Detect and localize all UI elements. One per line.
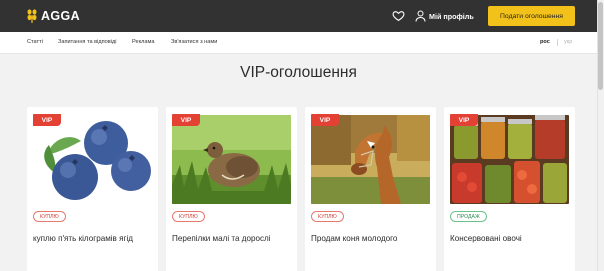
vip-badge: VIP — [33, 114, 61, 126]
nav-link-advertising[interactable]: Реклама — [132, 39, 154, 45]
preserved-vegetables-image[interactable] — [450, 115, 569, 204]
nav-link-articles[interactable]: Статті — [27, 39, 43, 45]
wheat-logo-icon — [27, 9, 37, 23]
listing-type-badge: ПРОДАЖ — [450, 211, 487, 222]
secondary-nav: Статті Запитання та відповіді Реклама Зв… — [0, 32, 597, 54]
listing-title[interactable]: Перепілки малі та дорослі — [172, 234, 294, 243]
logo[interactable]: AGGA — [26, 8, 80, 24]
vip-badge: VIP — [450, 114, 478, 126]
top-header: AGGA Мій профіль Подати оголошення — [0, 0, 597, 32]
listing-title[interactable]: куплю п'ять кілограмів ягід — [33, 234, 155, 243]
quail-image[interactable] — [172, 115, 291, 204]
listing-card[interactable]: VIP ПРОДАЖ Консервовані овочі — [444, 107, 575, 271]
listing-type-badge: КУПЛЮ — [33, 211, 66, 222]
listing-title[interactable]: Консервовані овочі — [450, 234, 572, 243]
heart-icon[interactable] — [392, 9, 405, 22]
nav-link-faq[interactable]: Запитання та відповіді — [58, 39, 117, 45]
profile-link[interactable]: Мій профіль — [415, 9, 474, 23]
vip-badge: VIP — [311, 114, 339, 126]
scrollbar-thumb[interactable] — [598, 2, 603, 90]
lang-uk[interactable]: укр — [564, 39, 572, 45]
lang-divider — [557, 39, 558, 46]
nav-link-contact[interactable]: Зв'язатися з нами — [171, 39, 217, 45]
listing-card[interactable]: VIP КУПЛЮ Продам коня молодого — [305, 107, 436, 271]
horse-image[interactable] — [311, 115, 430, 204]
listing-type-badge: КУПЛЮ — [311, 211, 344, 222]
blueberries-image[interactable] — [33, 115, 152, 204]
listing-type-badge: КУПЛЮ — [172, 211, 205, 222]
lang-ru[interactable]: рос — [540, 39, 550, 45]
profile-label: Мій профіль — [429, 11, 474, 21]
post-ad-button[interactable]: Подати оголошення — [488, 6, 575, 26]
vip-badge: VIP — [172, 114, 200, 126]
section-title: VIP-оголошення — [240, 64, 357, 81]
listing-card[interactable]: VIP КУПЛЮ куплю п'ять кілограмів ягід — [27, 107, 158, 271]
user-icon — [415, 10, 426, 22]
logo-text: AGGA — [41, 9, 81, 23]
listing-card[interactable]: VIP КУПЛЮ Перепілки малі та дорослі — [166, 107, 297, 271]
listing-title[interactable]: Продам коня молодого — [311, 234, 433, 243]
